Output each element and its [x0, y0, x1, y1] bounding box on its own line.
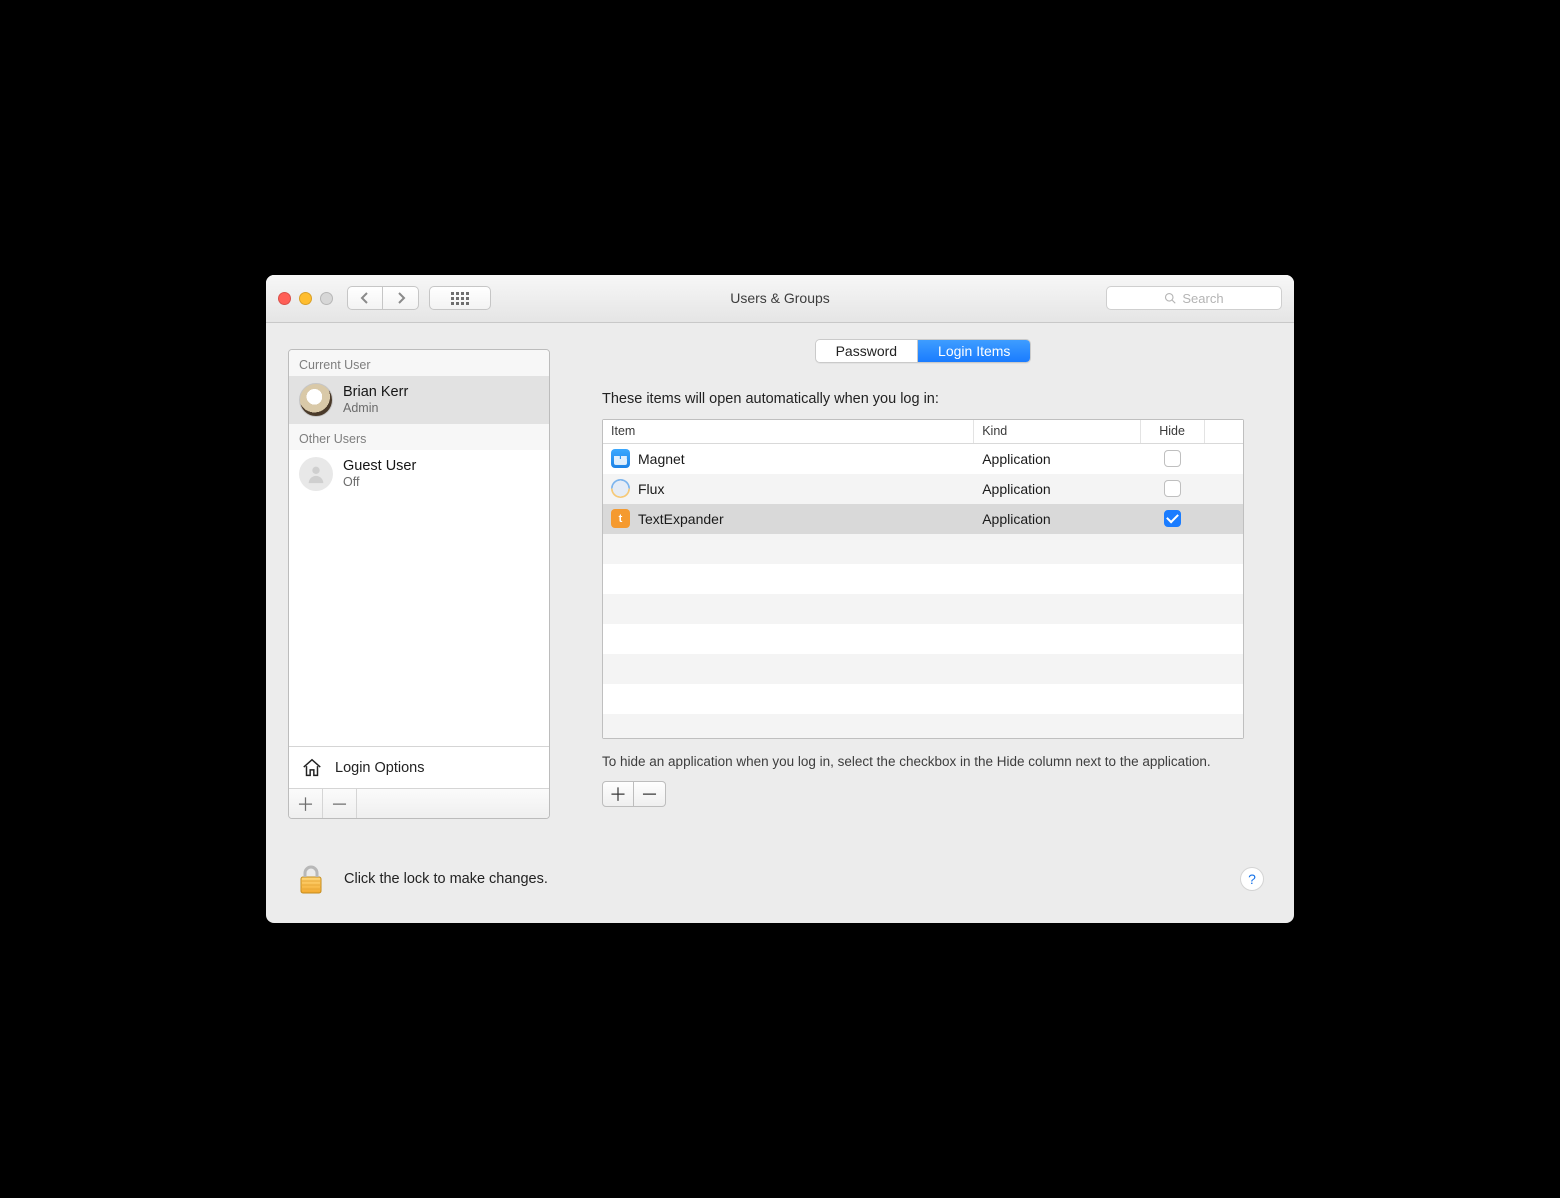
remove-item-button[interactable]: － [634, 781, 666, 807]
login-options-label: Login Options [335, 760, 424, 776]
help-button[interactable]: ? [1240, 867, 1264, 891]
remove-user-button[interactable]: － [323, 789, 357, 818]
nav-buttons [347, 286, 419, 310]
hide-hint: To hide an application when you log in, … [602, 753, 1244, 771]
table-row[interactable]: t TextExpander Application [603, 504, 1243, 534]
sidebar-user-current[interactable]: Brian Kerr Admin [289, 376, 549, 424]
avatar-icon [299, 457, 333, 491]
app-icon: t [611, 509, 630, 528]
back-button[interactable] [347, 286, 383, 310]
item-pm-bar: ＋ － [602, 781, 1244, 807]
person-icon [305, 463, 327, 485]
search-field[interactable]: Search [1106, 286, 1282, 310]
avatar-icon [299, 383, 333, 417]
item-name: Flux [638, 481, 664, 497]
login-options-button[interactable]: Login Options [289, 746, 549, 788]
search-icon [1164, 292, 1176, 304]
current-user-name: Brian Kerr [343, 384, 408, 401]
preferences-window: Users & Groups Search Current User Brian… [266, 275, 1294, 923]
current-user-label: Current User [289, 350, 549, 376]
close-window-button[interactable] [278, 292, 291, 305]
column-hide[interactable]: Hide [1141, 420, 1205, 443]
hide-checkbox[interactable] [1164, 450, 1181, 467]
tab-login-items[interactable]: Login Items [917, 340, 1030, 362]
item-kind: Application [982, 451, 1051, 467]
search-placeholder: Search [1182, 291, 1223, 306]
column-kind[interactable]: Kind [974, 420, 1140, 443]
current-user-role: Admin [343, 401, 408, 415]
minus-icon: － [641, 781, 659, 807]
sidebar-user-guest[interactable]: Guest User Off [289, 450, 549, 498]
column-item[interactable]: Item [603, 420, 974, 443]
grid-icon [451, 292, 469, 305]
guest-user-status: Off [343, 475, 416, 489]
show-all-button[interactable] [429, 286, 491, 310]
table-header: Item Kind Hide [603, 420, 1243, 444]
add-item-button[interactable]: ＋ [602, 781, 634, 807]
item-name: TextExpander [638, 511, 724, 527]
users-sidebar: Current User Brian Kerr Admin Other User… [288, 349, 550, 819]
other-users-label: Other Users [289, 424, 549, 450]
plus-icon: ＋ [609, 781, 627, 807]
item-kind: Application [982, 481, 1051, 497]
chevron-right-icon [395, 292, 407, 304]
app-icon [611, 449, 630, 468]
main-panel: Password Login Items These items will op… [574, 349, 1272, 819]
table-row[interactable]: Flux Application [603, 474, 1243, 504]
table-row[interactable]: Magnet Application [603, 444, 1243, 474]
tab-bar: Password Login Items [815, 339, 1032, 363]
footer: Click the lock to make changes. ? [266, 829, 1294, 923]
home-icon [301, 757, 323, 779]
sidebar-bottom-bar: ＋ － [289, 788, 549, 818]
zoom-window-button [320, 292, 333, 305]
forward-button[interactable] [383, 286, 419, 310]
minus-icon: － [331, 791, 349, 817]
lock-icon[interactable] [296, 863, 326, 895]
lock-text: Click the lock to make changes. [344, 871, 548, 887]
minimize-window-button[interactable] [299, 292, 312, 305]
add-user-button[interactable]: ＋ [289, 789, 323, 818]
chevron-left-icon [359, 292, 371, 304]
hide-checkbox[interactable] [1164, 510, 1181, 527]
login-items-intro: These items will open automatically when… [602, 391, 1244, 407]
item-kind: Application [982, 511, 1051, 527]
login-items-table: Item Kind Hide Magnet Application Flux Appl… [602, 419, 1244, 739]
traffic-lights [278, 292, 333, 305]
app-icon [611, 479, 630, 498]
tab-password[interactable]: Password [816, 340, 917, 362]
guest-user-name: Guest User [343, 458, 416, 475]
titlebar: Users & Groups Search [266, 275, 1294, 323]
table-body: Magnet Application Flux Application t TextExp… [603, 444, 1243, 738]
body: Current User Brian Kerr Admin Other User… [266, 323, 1294, 829]
hide-checkbox[interactable] [1164, 480, 1181, 497]
plus-icon: ＋ [297, 791, 315, 817]
item-name: Magnet [638, 451, 685, 467]
